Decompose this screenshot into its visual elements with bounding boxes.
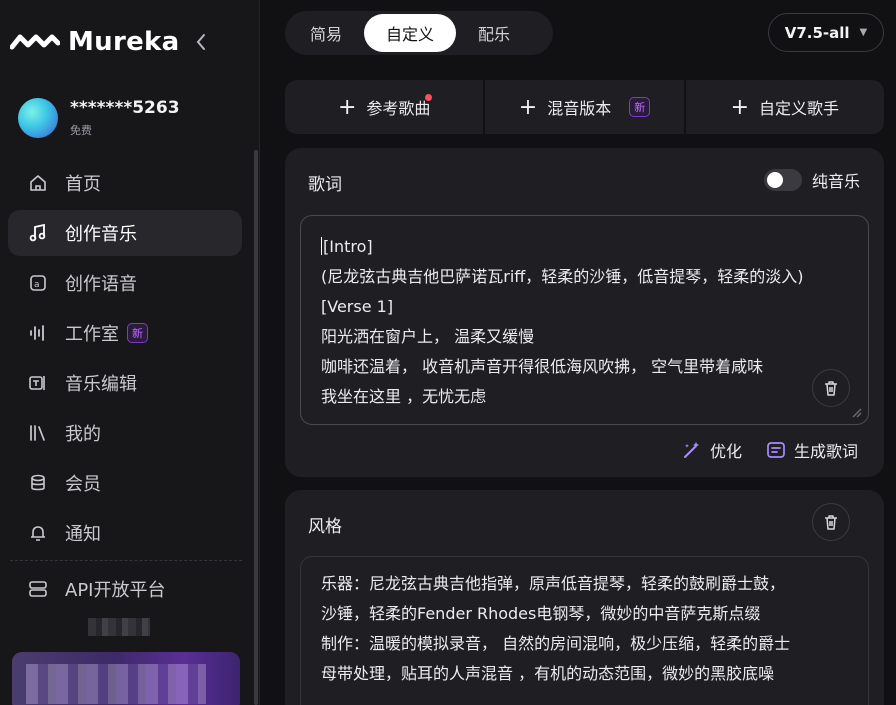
tab-custom[interactable]: 自定义: [364, 14, 457, 52]
collapse-sidebar-icon[interactable]: [190, 30, 212, 54]
new-badge: 新: [127, 323, 148, 343]
resize-grip-icon[interactable]: [850, 406, 862, 418]
style-card: 风格 乐器：尼龙弦古典吉他指弹，原声低音提琴，轻柔的鼓刷爵士鼓， 沙锤，轻柔的F…: [285, 490, 884, 705]
style-input[interactable]: 乐器：尼龙弦古典吉他指弹，原声低音提琴，轻柔的鼓刷爵士鼓， 沙锤，轻柔的Fend…: [300, 556, 869, 705]
sidebar-item-mine[interactable]: 我的: [8, 410, 242, 456]
sidebar-item-label: 首页: [65, 174, 101, 195]
user-plan: 免费: [70, 124, 92, 137]
library-icon: [28, 423, 48, 443]
action-bar: + 参考歌曲 + 混音版本 新 + 自定义歌手: [285, 80, 884, 134]
lyrics-line: [Verse 1]: [321, 297, 394, 316]
generate-lyrics-button[interactable]: 生成歌词: [766, 438, 858, 462]
text-cursor: [321, 237, 322, 255]
sidebar-nav: 首页 创作音乐 a 创作语音 工作室 新 音乐编辑 我的 会员 通知: [8, 160, 242, 560]
voice-icon: a: [28, 273, 48, 293]
style-line: 制作：温暖的模拟录音， 自然的房间混响，极少压缩，轻柔的爵士: [321, 634, 791, 653]
svg-text:a: a: [34, 280, 40, 290]
plus-icon: +: [337, 94, 357, 120]
sidebar-item-label: 创作音乐: [65, 224, 137, 245]
trash-icon: [825, 381, 837, 396]
generate-lyrics-label: 生成歌词: [793, 442, 858, 461]
lyrics-tools: 优化 生成歌词: [682, 438, 858, 462]
lyrics-line: [Intro]: [321, 237, 373, 256]
caret-down-icon: ▼: [859, 27, 868, 38]
music-note-icon: [28, 223, 48, 243]
instrumental-toggle[interactable]: [763, 169, 802, 191]
lyrics-line: 咖啡还温着， 收音机声音开得很低海风吹拂， 空气里带着咸味: [321, 357, 764, 376]
model-version-label: V7.5-all: [784, 23, 850, 42]
sidebar-item-api[interactable]: API开放平台: [8, 566, 242, 612]
optimize-label: 优化: [709, 442, 742, 461]
style-line: 沙锤，轻柔的Fender Rhodes电钢琴，微妙的中音萨克斯点缀: [321, 604, 761, 623]
sidebar-item-studio[interactable]: 工作室 新: [8, 310, 242, 356]
mode-tabs: 简易 自定义 配乐: [285, 11, 553, 55]
lyrics-line: 阳光洒在窗户上， 温柔又缓慢: [321, 327, 535, 346]
notification-dot: [425, 94, 432, 101]
edit-text-icon: [28, 373, 48, 393]
action-label: 自定义歌手: [759, 99, 840, 118]
plus-icon: +: [518, 94, 538, 120]
action-label: 混音版本: [547, 99, 612, 118]
instrumental-toggle-wrap: 纯音乐: [763, 168, 860, 192]
sidebar: Mureka *******5263 免费 首页 创作音乐 a 创作语音 工作室…: [0, 0, 260, 705]
database-icon: [28, 473, 48, 493]
sidebar-item-label: 会员: [65, 474, 101, 495]
home-icon: [28, 173, 48, 193]
promo-banner[interactable]: [12, 652, 240, 705]
sidebar-item-label: 音乐编辑: [65, 374, 137, 395]
magic-wand-icon: [683, 442, 699, 458]
user-profile[interactable]: *******5263 免费: [18, 98, 180, 138]
sidebar-item-label: 我的: [65, 424, 101, 445]
sidebar-item-create-voice[interactable]: a 创作语音: [8, 260, 242, 306]
waveform-icon: [28, 323, 48, 343]
lyrics-title: 歌词: [308, 175, 342, 195]
sidebar-item-create-music[interactable]: 创作音乐: [8, 210, 242, 256]
ai-lyrics-icon: [767, 442, 785, 458]
style-title: 风格: [308, 517, 342, 537]
lyrics-line: (尼龙弦古典吉他巴萨诺瓦riff，轻柔的沙锤，低音提琴，轻柔的淡入): [321, 267, 804, 286]
add-remix-version-button[interactable]: + 混音版本 新: [483, 80, 683, 134]
sidebar-item-notifications[interactable]: 通知: [8, 510, 242, 556]
sidebar-scrollbar[interactable]: [254, 150, 258, 705]
brand-name: Mureka: [68, 27, 180, 57]
add-custom-singer-button[interactable]: + 自定义歌手: [683, 80, 884, 134]
add-reference-song-button[interactable]: + 参考歌曲: [285, 80, 483, 134]
lyrics-line: 我坐在这里 ，无忧无虑: [321, 387, 487, 406]
plus-icon: +: [730, 94, 750, 120]
tab-score[interactable]: 配乐: [456, 14, 532, 52]
trash-icon: [825, 515, 837, 530]
clear-lyrics-button[interactable]: [812, 369, 850, 407]
bell-icon: [28, 523, 48, 543]
sidebar-item-membership[interactable]: 会员: [8, 460, 242, 506]
avatar: [18, 98, 58, 138]
sidebar-item-home[interactable]: 首页: [8, 160, 242, 206]
sidebar-item-label: API开放平台: [65, 580, 166, 601]
instrumental-label: 纯音乐: [811, 172, 860, 191]
blurred-content: [26, 664, 206, 704]
sidebar-item-label: 通知: [65, 524, 101, 545]
optimize-button[interactable]: 优化: [682, 438, 742, 462]
style-line: 母带处理，贴耳的人声混音 ，有机的动态范围，微妙的黑胶底噪: [321, 664, 775, 683]
nav-divider: [10, 560, 242, 561]
new-badge: 新: [629, 97, 651, 117]
style-line: 乐器：尼龙弦古典吉他指弹，原声低音提琴，轻柔的鼓刷爵士鼓，: [321, 574, 786, 593]
server-icon: [28, 579, 48, 599]
clear-style-button[interactable]: [812, 503, 850, 541]
mureka-logo-icon: [10, 34, 60, 50]
lyrics-input[interactable]: [Intro] (尼龙弦古典吉他巴萨诺瓦riff，轻柔的沙锤，低音提琴，轻柔的淡…: [300, 215, 869, 425]
model-version-select[interactable]: V7.5-all ▼: [768, 13, 884, 52]
sidebar-item-music-edit[interactable]: 音乐编辑: [8, 360, 242, 406]
blurred-content: [88, 618, 150, 636]
tab-simple[interactable]: 简易: [288, 14, 364, 52]
brand-logo[interactable]: Mureka: [10, 24, 179, 60]
lyrics-card: 歌词 纯音乐 [Intro] (尼龙弦古典吉他巴萨诺瓦riff，轻柔的沙锤，低音…: [285, 148, 884, 477]
sidebar-item-label: 创作语音: [65, 274, 137, 295]
sidebar-item-label: 工作室: [65, 324, 119, 345]
user-name: *******5263: [70, 98, 180, 118]
action-label: 参考歌曲: [366, 99, 431, 118]
